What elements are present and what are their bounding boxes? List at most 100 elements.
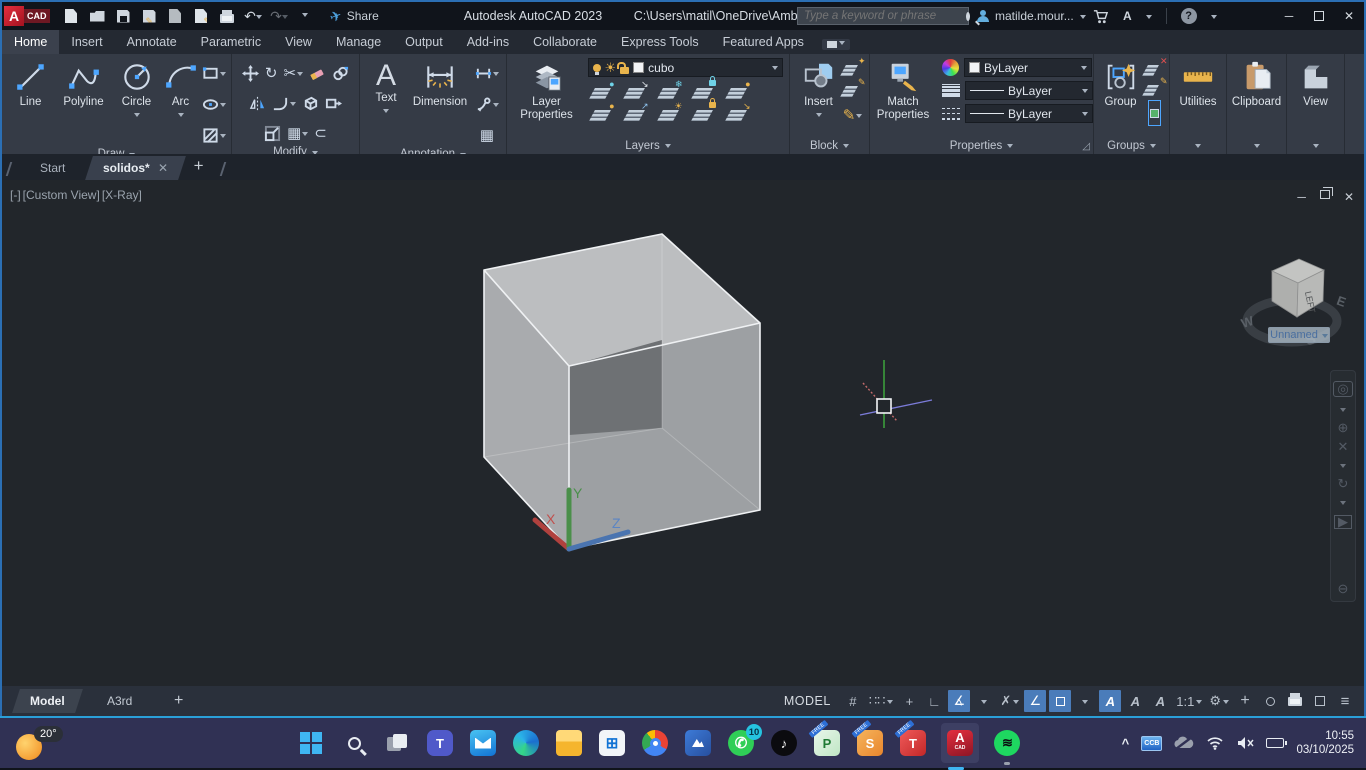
caret-down-icon[interactable] (1340, 464, 1346, 471)
qat-customize-button[interactable] (294, 5, 316, 27)
zoom-extents-icon[interactable]: ✕ (1338, 441, 1349, 453)
close-button[interactable]: ✕ (1334, 3, 1364, 29)
save-button[interactable] (112, 5, 134, 27)
polyline-button[interactable]: Polyline (56, 58, 112, 109)
tab-manage[interactable]: Manage (324, 30, 393, 54)
volume-muted-icon[interactable] (1236, 736, 1254, 750)
layer-make-current-button[interactable]: ● (728, 83, 748, 99)
dimension-button[interactable]: Dimension (407, 58, 473, 109)
close-tab-icon[interactable]: ✕ (158, 161, 168, 175)
dimension-linear-button[interactable] (475, 60, 499, 86)
copy-button[interactable] (332, 60, 349, 86)
explode-button[interactable] (302, 90, 319, 116)
panel-view[interactable]: View (1287, 54, 1345, 154)
polar-tracking-menu[interactable] (973, 690, 995, 712)
grid-toggle[interactable]: # (842, 690, 864, 712)
tray-chevron-up-icon[interactable]: ^ (1122, 736, 1130, 751)
search-input[interactable] (798, 10, 966, 22)
workspace-switching-button[interactable]: ⚙ (1207, 690, 1231, 712)
create-block-button[interactable]: ✦ (843, 60, 863, 76)
s-app-icon[interactable]: SFREE (855, 728, 885, 758)
viewcube-cube[interactable]: LEFT (1272, 259, 1324, 317)
taskbar-clock[interactable]: 10:55 03/10/2025 (1296, 729, 1358, 757)
trim-button[interactable]: ✂ (284, 60, 304, 86)
task-view-button[interactable] (382, 728, 412, 758)
tab-output[interactable]: Output (393, 30, 455, 54)
panel-title-layers[interactable]: Layers (507, 137, 789, 154)
new-tab-button[interactable]: + (182, 152, 216, 180)
hatch-button[interactable] (202, 122, 226, 148)
file-explorer-icon[interactable] (554, 728, 584, 758)
caret-down-icon[interactable] (1146, 15, 1152, 22)
model-space-badge[interactable]: MODEL (776, 694, 839, 708)
annotation-scale-button[interactable]: 1:1 (1174, 690, 1204, 712)
redo-button[interactable]: ↷ (268, 5, 290, 27)
battery-icon[interactable] (1266, 738, 1284, 748)
panel-title-properties[interactable]: Properties (870, 137, 1093, 154)
isodraft-toggle[interactable]: ∠ (1024, 690, 1046, 712)
tab-express-tools[interactable]: Express Tools (609, 30, 711, 54)
polar-tracking-toggle[interactable]: ∡ (948, 690, 970, 712)
save-to-web-button[interactable] (190, 5, 212, 27)
navbar-collapse-icon[interactable]: ⊖ (1338, 583, 1349, 595)
ortho-toggle[interactable]: ∟ (923, 690, 945, 712)
object-snap-menu[interactable] (1074, 690, 1096, 712)
leader-button[interactable] (475, 91, 499, 117)
tab-insert[interactable]: Insert (59, 30, 114, 54)
customization-menu-button[interactable]: ≡ (1334, 690, 1356, 712)
help-search-box[interactable] (797, 7, 969, 25)
help-icon[interactable]: ? (1181, 8, 1197, 24)
save-as-button[interactable] (138, 5, 160, 27)
t-app-icon[interactable]: TFREE (898, 728, 928, 758)
start-button[interactable] (296, 728, 326, 758)
autocad-logo[interactable]: A CAD (4, 4, 50, 28)
layer-unlock-button[interactable] (694, 105, 714, 121)
caret-down-icon[interactable] (1211, 15, 1217, 22)
navigation-wheel-icon[interactable]: ◎ (1333, 381, 1352, 397)
panel-title-block[interactable]: Block (790, 137, 869, 154)
insert-block-button[interactable]: Insert (797, 58, 841, 120)
onedrive-paused-icon[interactable] (1174, 736, 1194, 750)
model-3d-cube[interactable]: X Y Z (2, 180, 1364, 686)
showmotion-icon[interactable]: ▶ (1334, 515, 1352, 529)
mail-icon[interactable] (468, 728, 498, 758)
ribbon-collapse-button[interactable] (822, 39, 850, 50)
object-color-dropdown[interactable]: ByLayer (964, 58, 1092, 77)
ungroup-button[interactable]: ✕ (1145, 60, 1165, 76)
table-button[interactable]: ▦ (480, 122, 494, 148)
annotation-monitor-button[interactable]: + (1234, 690, 1256, 712)
isolate-objects-button[interactable] (1259, 690, 1281, 712)
circle-button[interactable]: Circle (114, 58, 160, 120)
match-properties-button[interactable]: Match Properties (870, 58, 936, 122)
annotation-autoscale-toggle[interactable]: A (1124, 690, 1146, 712)
lineweight-dropdown[interactable]: ByLayer (965, 81, 1093, 100)
layer-properties-button[interactable]: Layer Properties (514, 58, 580, 122)
new-layout-button[interactable]: + (155, 687, 201, 715)
account-menu[interactable]: matilde.mour... (977, 9, 1086, 23)
teams-icon[interactable]: T (425, 728, 455, 758)
snap-toggle[interactable]: ∷∷ (867, 690, 896, 712)
panel-title-groups[interactable]: Groups (1094, 137, 1169, 154)
plot-status-button[interactable] (1284, 690, 1306, 712)
autocad-taskbar-icon[interactable]: ACAD (941, 723, 979, 763)
file-tab-solidos[interactable]: solidos* ✕ (85, 156, 186, 180)
tab-home[interactable]: Home (2, 30, 59, 54)
annotation-scale-flag[interactable]: A (1149, 690, 1171, 712)
spotify-icon[interactable]: ≋ (992, 728, 1022, 758)
wifi-icon[interactable] (1206, 736, 1224, 750)
autodesk-app-icon[interactable]: A (1123, 9, 1132, 23)
viewcube-ucs-dropdown[interactable]: Unnamed (1268, 327, 1330, 343)
drawing-viewport[interactable]: [-] [Custom View] [X-Ray] ─ ✕ X (2, 180, 1364, 686)
photos-icon[interactable] (683, 728, 713, 758)
stretch-button[interactable] (325, 90, 342, 116)
undo-button[interactable]: ↶ (242, 5, 264, 27)
tab-addins[interactable]: Add-ins (455, 30, 521, 54)
open-file-button[interactable] (86, 5, 108, 27)
panel-clipboard[interactable]: Clipboard (1227, 54, 1287, 154)
tab-collaborate[interactable]: Collaborate (521, 30, 609, 54)
group-edit-button[interactable]: ✎ (1145, 80, 1165, 96)
dynamic-input-toggle[interactable]: + (898, 690, 920, 712)
share-button[interactable]: ✈ Share (330, 8, 379, 25)
text-button[interactable]: AText (367, 58, 405, 116)
layer-isolate-button[interactable]: ↘ (626, 83, 646, 99)
